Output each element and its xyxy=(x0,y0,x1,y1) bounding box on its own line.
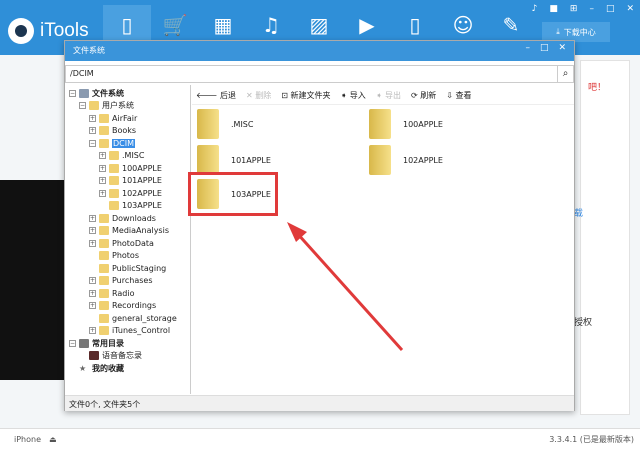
annotation-arrow xyxy=(287,222,404,352)
eject-icon[interactable]: ⏏ xyxy=(49,435,57,444)
version-text: 3.3.4.1 (已是最新版本) xyxy=(549,435,634,444)
device-name[interactable]: iPhone xyxy=(14,435,41,444)
footer: iPhone ⏏ 3.3.4.1 (已是最新版本) xyxy=(0,428,640,450)
